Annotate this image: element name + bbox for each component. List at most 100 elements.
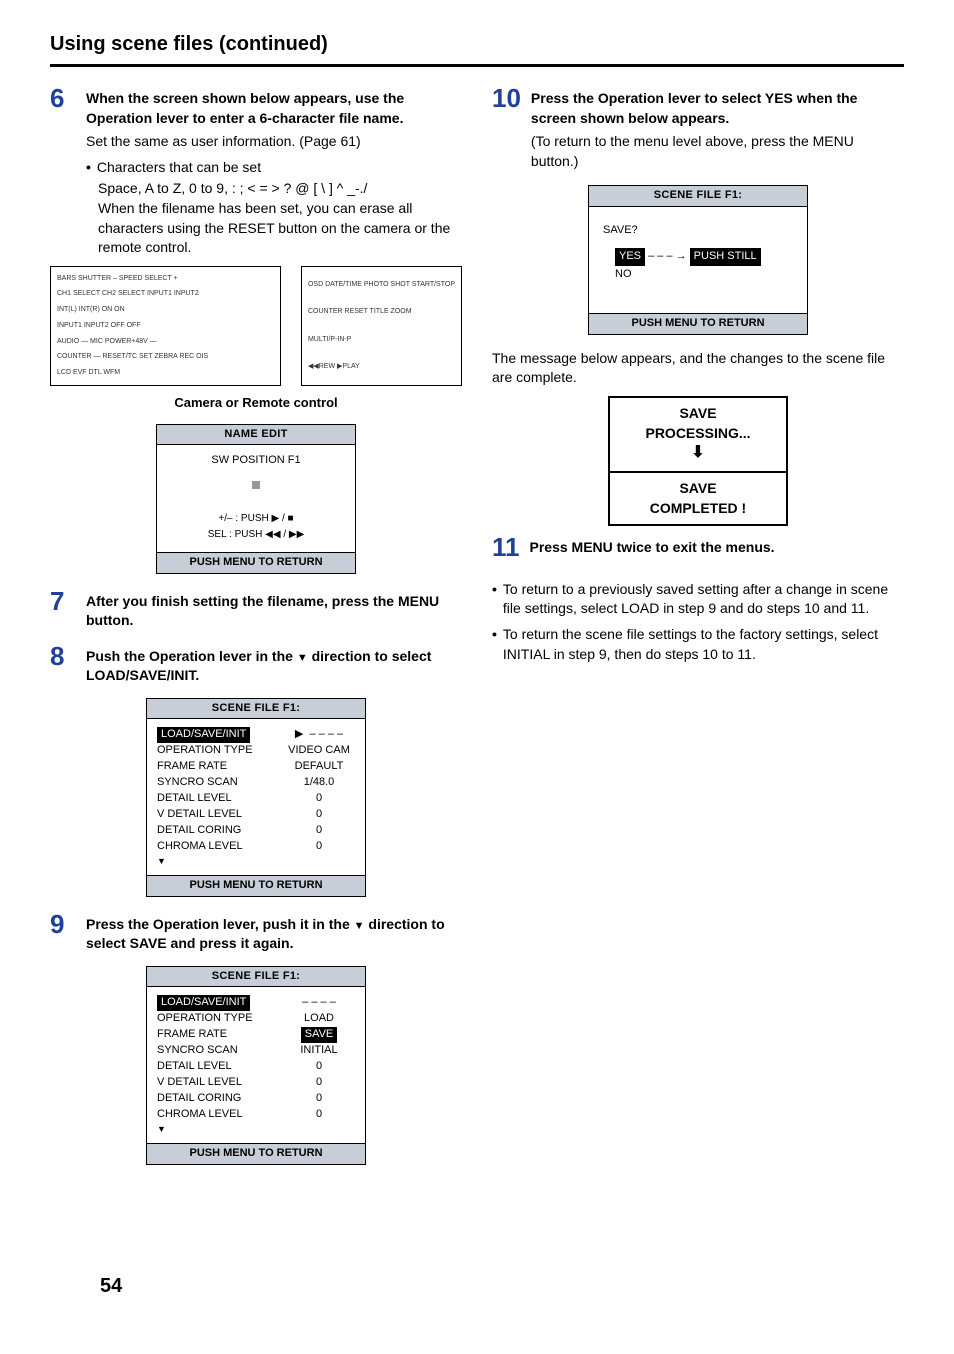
- step-6-bullet: Characters that can be set: [97, 158, 261, 178]
- pointer-icon: ▶: [295, 728, 303, 740]
- ctrl-row: AUDIO — MIC POWER+48V —: [57, 337, 274, 347]
- remote-side-controls: OSD DATE/TIME PHOTO SHOT START/STOP COUN…: [301, 266, 462, 386]
- osd-title: SCENE FILE F1:: [147, 699, 365, 719]
- bullet-icon: •: [492, 625, 497, 664]
- page-number: 54: [100, 1272, 122, 1300]
- osd-footer: PUSH MENU TO RETURN: [157, 552, 355, 572]
- menu-item: DETAIL CORING: [157, 823, 283, 839]
- step-6: 6 When the screen shown below appears, u…: [50, 85, 462, 258]
- right-column: 10 Press the Operation lever to select Y…: [492, 85, 904, 1179]
- ctrl-row: BARS SHUTTER – SPEED SELECT +: [57, 274, 274, 284]
- ctrl-row: ◀◀REW ▶PLAY: [308, 362, 455, 372]
- down-triangle-icon: ▼: [354, 920, 365, 932]
- menu-item: DETAIL CORING: [157, 1091, 283, 1107]
- menu-item: FRAME RATE: [157, 1027, 283, 1043]
- notes: • To return to a previously saved settin…: [492, 580, 904, 664]
- menu-value: SAVE: [301, 1027, 338, 1043]
- menu-value: 0: [283, 1091, 355, 1107]
- menu-value: 0: [283, 1075, 355, 1091]
- ctrl-row: INPUT1 INPUT2 OFF OFF: [57, 321, 274, 331]
- text: YES: [619, 250, 641, 262]
- name-edit-hint1: +/– : PUSH ▶ / ■: [167, 512, 345, 526]
- step-10: 10 Press the Operation lever to select Y…: [492, 85, 904, 177]
- osd-title: SCENE FILE F1:: [147, 967, 365, 987]
- step-number: 7: [50, 588, 76, 614]
- menu-item: SYNCRO SCAN: [157, 1043, 283, 1059]
- menu-value: 0: [283, 1107, 355, 1123]
- message-text: The message below appears, and the chang…: [492, 349, 904, 388]
- menu-item: OPERATION TYPE: [157, 743, 283, 759]
- left-column: 6 When the screen shown below appears, u…: [50, 85, 462, 1179]
- controls-diagram: BARS SHUTTER – SPEED SELECT + CH1 SELECT…: [50, 266, 462, 386]
- save-question: SAVE?: [603, 223, 797, 238]
- ctrl-row: OSD DATE/TIME PHOTO SHOT START/STOP: [308, 280, 455, 290]
- menu-value: VIDEO CAM: [283, 743, 355, 759]
- step-9-head: Press the Operation lever, push it in th…: [86, 915, 462, 954]
- step-number: 8: [50, 643, 76, 669]
- scene-file-osd-1: SCENE FILE F1: LOAD/SAVE/INIT ▶ – – – – O…: [146, 698, 366, 897]
- scene-file-osd-2: SCENE FILE F1: LOAD/SAVE/INIT – – – – OPE…: [146, 966, 366, 1165]
- osd-title: SCENE FILE F1:: [589, 186, 807, 206]
- step-6-head: When the screen shown below appears, use…: [86, 89, 462, 128]
- save-no: NO: [615, 266, 797, 284]
- down-arrow-icon: ⬇: [610, 443, 786, 465]
- save-processing-2: PROCESSING...: [610, 424, 786, 444]
- arrow-icon: – – – →: [648, 250, 687, 262]
- diagram-caption: Camera or Remote control: [50, 394, 462, 412]
- menu-value: 1/48.0: [283, 775, 355, 791]
- note-1: To return to a previously saved setting …: [503, 580, 904, 619]
- menu-value: – – – –: [309, 728, 343, 740]
- cursor-icon: [252, 481, 260, 489]
- menu-item: DETAIL LEVEL: [157, 1059, 283, 1075]
- save-processing-1: SAVE: [610, 404, 786, 424]
- menu-item: V DETAIL LEVEL: [157, 1075, 283, 1091]
- step-number: 10: [492, 85, 521, 111]
- step-6-sub: Set the same as user information. (Page …: [86, 132, 462, 152]
- ctrl-row: COUNTER — RESET/TC SET ZEBRA REC OIS: [57, 352, 274, 362]
- save-state-box: SAVE PROCESSING... ⬇ SAVE COMPLETED !: [608, 396, 788, 526]
- ctrl-row: COUNTER RESET TITLE ZOOM: [308, 307, 455, 317]
- save-completed-2: COMPLETED !: [610, 499, 786, 519]
- step-number: 9: [50, 911, 76, 937]
- step-6-erase: When the filename has been set, you can …: [98, 199, 462, 258]
- menu-value: 0: [283, 791, 355, 807]
- step-6-chars: Space, A to Z, 0 to 9, : ; < = > ? @ [ \…: [98, 179, 462, 199]
- menu-value: INITIAL: [283, 1043, 355, 1059]
- menu-value: 0: [283, 1059, 355, 1075]
- menu-item: V DETAIL LEVEL: [157, 807, 283, 823]
- osd-footer: PUSH MENU TO RETURN: [147, 875, 365, 895]
- menu-item: OPERATION TYPE: [157, 1011, 283, 1027]
- menu-value: 0: [283, 823, 355, 839]
- ctrl-row: LCD EVF DTL WFM: [57, 368, 274, 378]
- bullet-icon: •: [86, 158, 91, 178]
- osd-title: NAME EDIT: [157, 425, 355, 445]
- note-2: To return the scene file settings to the…: [503, 625, 904, 664]
- menu-item: SYNCRO SCAN: [157, 775, 283, 791]
- name-edit-hint2: SEL : PUSH ◀◀ / ▶▶: [167, 528, 345, 542]
- menu-item: LOAD/SAVE/INIT: [157, 727, 250, 743]
- ctrl-row: CH1 SELECT CH2 SELECT INPUT1 INPUT2: [57, 289, 274, 299]
- menu-value: DEFAULT: [283, 759, 355, 775]
- step-9: 9 Press the Operation lever, push it in …: [50, 911, 462, 958]
- menu-item: LOAD/SAVE/INIT: [157, 995, 250, 1011]
- save-confirm-osd: SCENE FILE F1: SAVE? YES – – – → PUSH ST…: [588, 185, 808, 334]
- osd-footer: PUSH MENU TO RETURN: [589, 313, 807, 333]
- step-8-head: Push the Operation lever in the ▼ direct…: [86, 647, 462, 686]
- step-7-head: After you finish setting the filename, p…: [86, 592, 462, 631]
- menu-item: DETAIL LEVEL: [157, 791, 283, 807]
- save-completed-1: SAVE: [610, 479, 786, 499]
- menu-item: CHROMA LEVEL: [157, 1107, 283, 1123]
- step-10-head: Press the Operation lever to select YES …: [531, 89, 904, 128]
- step-number: 11: [492, 534, 520, 560]
- osd-footer: PUSH MENU TO RETURN: [147, 1143, 365, 1163]
- step-10-sub: (To return to the menu level above, pres…: [531, 132, 904, 171]
- step-11-head: Press MENU twice to exit the menus.: [530, 538, 905, 558]
- menu-value: – – – –: [283, 995, 355, 1011]
- step-11: 11 Press MENU twice to exit the menus.: [492, 534, 904, 562]
- camera-side-controls: BARS SHUTTER – SPEED SELECT + CH1 SELECT…: [50, 266, 281, 386]
- page-title: Using scene files (continued): [50, 30, 904, 67]
- name-edit-osd: NAME EDIT SW POSITION F1 +/– : PUSH ▶ / …: [156, 424, 356, 574]
- step-7: 7 After you finish setting the filename,…: [50, 588, 462, 635]
- push-still-label: PUSH STILL: [690, 248, 761, 266]
- bullet-icon: •: [492, 580, 497, 619]
